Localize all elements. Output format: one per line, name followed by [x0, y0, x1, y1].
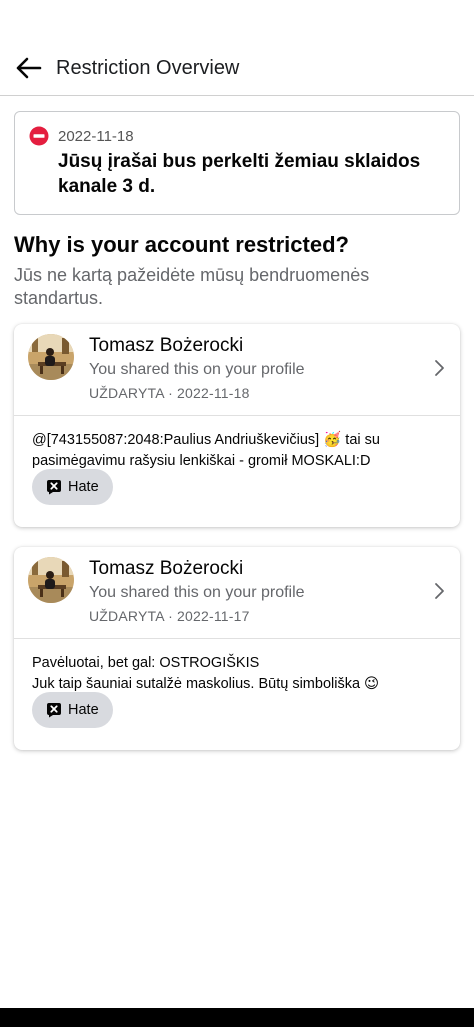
post-author: Tomasz Bożerocki: [89, 558, 244, 579]
post-status: UŽDARYTA · 2022-11-18: [89, 385, 250, 401]
post-text: @[743155087:2048:Paulius Andriuškevičius…: [32, 432, 380, 469]
x-square-icon: [47, 480, 61, 495]
arrow-left-icon: [16, 57, 42, 79]
alert-date: 2022-11-18: [58, 128, 134, 145]
violation-tag-button[interactable]: Hate: [32, 469, 113, 505]
chevron-right-icon: [435, 583, 444, 599]
system-navigation-bar: [0, 1008, 474, 1027]
avatar: [28, 557, 74, 603]
post-card-header[interactable]: Tomasz Bożerocki You shared this on your…: [14, 547, 460, 639]
restriction-alert: 2022-11-18 Jūsų įrašai bus perkelti žemi…: [14, 111, 460, 215]
post-status: UŽDARYTA · 2022-11-17: [89, 608, 250, 624]
violation-tag-label: Hate: [68, 479, 99, 495]
post-body: Pavėluotai, bet gal: OSTROGIŠKIS Juk tai…: [14, 639, 460, 750]
post-card: Tomasz Bożerocki You shared this on your…: [14, 547, 460, 750]
post-body: @[743155087:2048:Paulius Andriuškevičius…: [14, 416, 460, 527]
post-subtitle: You shared this on your profile: [89, 584, 305, 601]
violation-tag-label: Hate: [68, 702, 99, 718]
page-title: Restriction Overview: [56, 57, 240, 79]
app-bar: Restriction Overview: [0, 0, 474, 96]
x-square-icon: [47, 703, 61, 718]
alert-message: Jūsų įrašai bus perkelti žemiau sklaidos…: [58, 151, 421, 197]
post-subtitle: You shared this on your profile: [89, 361, 305, 378]
post-card: Tomasz Bożerocki You shared this on your…: [14, 324, 460, 527]
section-heading: Why is your account restricted?: [14, 232, 349, 257]
post-author: Tomasz Bożerocki: [89, 335, 244, 356]
section-subheading: Jūs ne kartą pažeidėte mūsų bendruomenės…: [14, 265, 370, 308]
post-card-header[interactable]: Tomasz Bożerocki You shared this on your…: [14, 324, 460, 416]
chevron-right-icon: [435, 360, 444, 376]
no-entry-icon: [29, 126, 49, 146]
post-text: Pavėluotai, bet gal: OSTROGIŠKIS Juk tai…: [32, 655, 380, 692]
avatar: [28, 334, 74, 380]
violation-tag-button[interactable]: Hate: [32, 692, 113, 728]
back-button[interactable]: [10, 50, 46, 86]
